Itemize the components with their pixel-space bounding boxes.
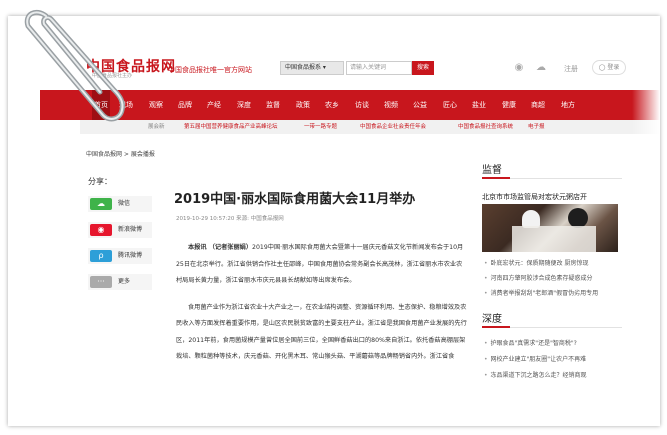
nav-item[interactable]: 公益 xyxy=(408,90,432,120)
weibo-icon: ◉ xyxy=(90,224,112,236)
share-label: 更多 xyxy=(118,278,131,285)
user-icon: ◯ xyxy=(598,64,606,71)
nav-item[interactable]: 观察 xyxy=(144,90,168,120)
subnav-item[interactable]: 中国食品企业社会责任年会 xyxy=(360,120,426,134)
search-input[interactable]: 请输入关键词 xyxy=(346,61,412,75)
share-tencent-button[interactable]: ρ 腾讯微博 xyxy=(88,248,152,264)
login-label: 登录 xyxy=(607,64,620,71)
share-wechat-button[interactable]: ☁ 微信 xyxy=(88,196,152,212)
nav-item[interactable]: 监督 xyxy=(261,90,285,120)
depth-section-title[interactable]: 深度 xyxy=(482,310,502,325)
subnav-item[interactable]: 第五届中国营养健康食品产业高峰论坛 xyxy=(184,120,278,134)
subnav-item[interactable]: 电子报 xyxy=(528,120,545,134)
site-tagline: 中国食品报社唯一官方网站 xyxy=(168,66,252,74)
nav-item[interactable]: 健康 xyxy=(497,90,521,120)
site-header: 中国食品报网 中国食品报社主办 中国食品报社唯一官方网站 中国食品报系 ▾ 请输… xyxy=(8,16,660,90)
nav-item[interactable]: 政策 xyxy=(291,90,315,120)
share-label: 腾讯微博 xyxy=(118,252,143,259)
share-more-button[interactable]: ··· 更多 xyxy=(88,274,152,290)
depth-list-item[interactable]: 网校产业建立"朋友圈"让农户不再难 xyxy=(484,354,587,363)
nav-item[interactable]: 产经 xyxy=(202,90,226,120)
share-label: 新浪微博 xyxy=(118,226,143,233)
article-paragraph: 食用菌产业作为浙江省农业十大产业之一，在农业结构调整、资源循环利用、生态保护、稳… xyxy=(176,303,467,361)
article-lead: 本报讯 （记者张丽娟） xyxy=(188,244,253,251)
weibo-icon[interactable]: ◉ xyxy=(513,62,525,73)
nav-item[interactable]: 视频 xyxy=(379,90,403,120)
nav-item[interactable]: 商超 xyxy=(526,90,550,120)
more-icon: ··· xyxy=(90,276,112,288)
supervision-list-item[interactable]: 消费者举报刮刮"老郎酒"假冒伪劣用专用 xyxy=(484,288,599,297)
wechat-icon[interactable]: ☁ xyxy=(535,62,547,73)
supervision-section-title[interactable]: 监督 xyxy=(482,161,502,176)
nav-item[interactable]: 深度 xyxy=(232,90,256,120)
register-link[interactable]: 注册 xyxy=(564,64,578,74)
subnav-item[interactable]: 展会新 xyxy=(148,120,165,134)
supervision-list-item[interactable]: 卧底宏状元：保质期随便改 厨房惊现 xyxy=(484,258,589,267)
article-meta: 2019-10-29 10:57:20 来源: 中国食品报网 xyxy=(176,216,284,222)
headline-photo[interactable] xyxy=(482,204,618,252)
main-nav: 首页 现场 观察 品牌 产经 深度 监督 政策 农乡 访谈 视频 公益 匠心 盐… xyxy=(40,90,660,120)
search-category-select[interactable]: 中国食品报系 ▾ xyxy=(280,61,344,75)
nav-item[interactable]: 匠心 xyxy=(438,90,462,120)
wechat-icon: ☁ xyxy=(90,198,112,210)
supervision-headline[interactable]: 北京市市场监管局对宏状元粥店开 xyxy=(482,192,587,202)
nav-item[interactable]: 地方 xyxy=(556,90,580,120)
nav-item[interactable]: 现场 xyxy=(114,90,138,120)
depth-list-item[interactable]: 护眼食品"真需求"还是"智商税"? xyxy=(484,338,577,347)
section-accent xyxy=(482,326,510,328)
browser-page: 中国食品报网 中国食品报社主办 中国食品报社唯一官方网站 中国食品报系 ▾ 请输… xyxy=(8,16,660,426)
article-paragraph: 本报讯 （记者张丽娟）2019中国·丽水国际食用菌大会暨第十一届庆元香菇文化节新… xyxy=(176,244,464,284)
breadcrumb[interactable]: 中国食品报网 > 展会播报 xyxy=(86,149,155,158)
share-title: 分享： xyxy=(88,177,112,186)
nav-item[interactable]: 盐业 xyxy=(467,90,491,120)
sub-nav: 展会新 第五届中国营养健康食品产业高峰论坛 一带一路专题 中国食品企业社会责任年… xyxy=(80,120,660,134)
share-weibo-button[interactable]: ◉ 新浪微博 xyxy=(88,222,152,238)
supervision-list-item[interactable]: 河南四方肇阿胶涉合成色素存疑惑成分 xyxy=(484,273,593,282)
article-body: 本报讯 （记者张丽娟）2019中国·丽水国际食用菌大会暨第十一届庆元香菇文化节新… xyxy=(176,240,468,376)
subnav-item[interactable]: 一带一路专题 xyxy=(304,120,337,134)
nav-item[interactable]: 农乡 xyxy=(320,90,344,120)
tencent-weibo-icon: ρ xyxy=(90,250,112,262)
logo-subtext: 中国食品报社主办 xyxy=(92,73,133,79)
login-button[interactable]: ◯ 登录 xyxy=(592,60,626,75)
nav-item[interactable]: 访谈 xyxy=(350,90,374,120)
article-title: 2019中国·丽水国际食用菌大会11月举办 xyxy=(174,192,416,207)
subnav-item[interactable]: 中国食品报社查询系统 xyxy=(458,120,513,134)
share-label: 微信 xyxy=(118,200,131,207)
nav-item-home[interactable]: 首页 xyxy=(92,90,110,120)
depth-list-item[interactable]: 冻品渠道下沉之路怎么走？经销商观 xyxy=(484,370,587,379)
section-accent xyxy=(482,177,510,179)
nav-item[interactable]: 品牌 xyxy=(173,90,197,120)
search-button[interactable]: 搜索 xyxy=(412,61,434,75)
